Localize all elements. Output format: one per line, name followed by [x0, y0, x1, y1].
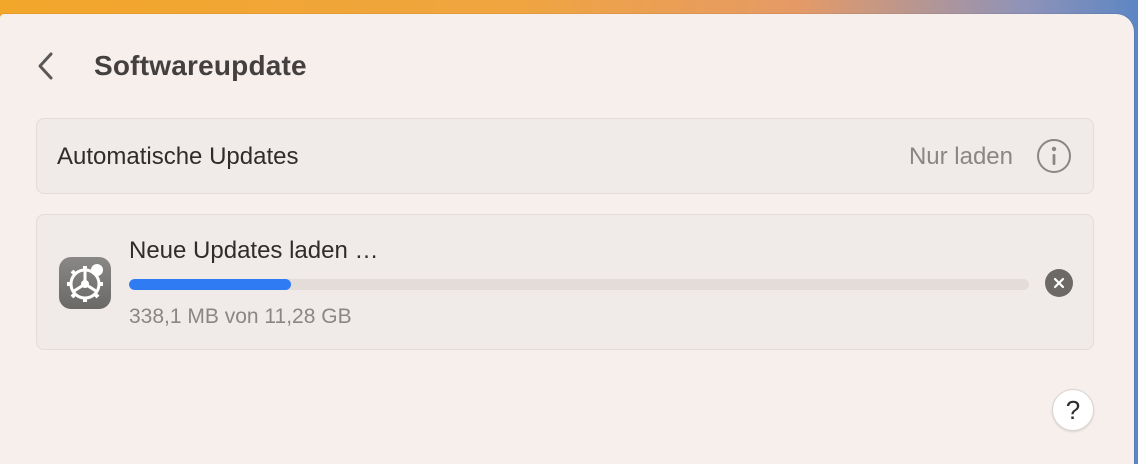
automatic-updates-row: Automatische Updates Nur laden	[36, 118, 1094, 194]
download-status-title: Neue Updates laden …	[129, 237, 379, 264]
cancel-download-button[interactable]	[1045, 269, 1073, 297]
help-button[interactable]: ?	[1052, 389, 1094, 431]
page-title: Softwareupdate	[94, 50, 307, 81]
download-progress-fill	[129, 279, 291, 290]
download-size-text: 338,1 MB von 11,28 GB	[129, 305, 352, 328]
automatic-updates-value: Nur laden	[908, 143, 1013, 170]
back-button[interactable]	[30, 50, 62, 82]
download-progress-bar	[129, 279, 1029, 290]
close-icon	[1053, 277, 1065, 289]
automatic-updates-label: Automatische Updates	[57, 143, 299, 170]
header: Softwareupdate	[0, 14, 1134, 114]
info-icon	[1051, 146, 1057, 165]
info-button[interactable]	[1037, 139, 1071, 173]
chevron-left-icon	[38, 52, 53, 80]
settings-window: Softwareupdate Automatische Updates Nur …	[0, 14, 1134, 464]
system-settings-gear-icon	[59, 257, 111, 309]
download-panel: Neue Updates laden … 338,1 MB von 11,28 …	[36, 214, 1094, 350]
